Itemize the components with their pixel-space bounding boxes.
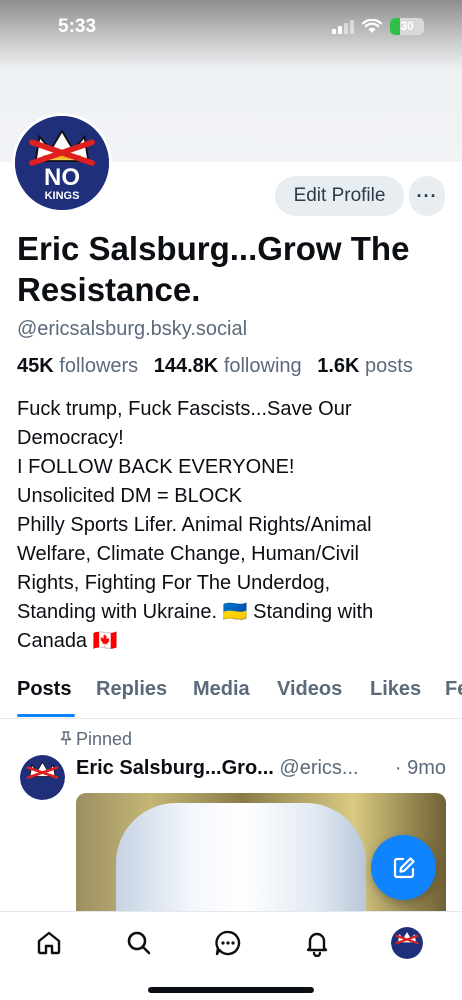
posts-count: 1.6K xyxy=(317,355,360,377)
pinned-label: Pinned xyxy=(76,729,133,749)
bottom-nav xyxy=(0,911,462,1000)
status-icons: 30 xyxy=(332,18,424,35)
post-time: · 9mo xyxy=(394,757,446,779)
posts-label: posts xyxy=(365,355,413,377)
following-label: following xyxy=(223,355,302,377)
home-icon xyxy=(37,931,61,955)
following-stat[interactable]: 144.8K following xyxy=(154,355,302,377)
nav-notifications[interactable] xyxy=(300,926,334,960)
tab-media[interactable]: Media xyxy=(193,678,250,701)
tab-replies[interactable]: Replies xyxy=(96,678,167,701)
bio-line: Standing with Ukraine. 🇺🇦 Standing with xyxy=(17,601,374,623)
logo-subtext: KINGS xyxy=(44,190,80,202)
bio-line: Unsolicited DM = BLOCK xyxy=(17,485,243,507)
wifi-icon xyxy=(362,19,382,33)
compose-icon xyxy=(393,856,415,878)
profile-tabs: Posts Replies Media Videos Likes Fe xyxy=(0,672,462,719)
search-icon xyxy=(127,931,151,955)
tab-videos[interactable]: Videos xyxy=(277,678,342,701)
profile-bio: Fuck trump, Fuck Fascists...Save Our Dem… xyxy=(17,395,447,656)
battery-icon: 30 xyxy=(390,18,424,35)
nav-home[interactable] xyxy=(32,926,66,960)
no-kings-logo: NO KINGS xyxy=(15,116,109,210)
bio-line: Philly Sports Lifer. Animal Rights/Anima… xyxy=(17,514,372,536)
logo-text: NO xyxy=(44,164,80,191)
bio-line: Democracy! xyxy=(17,427,124,449)
post-author[interactable]: Eric Salsburg...Gro... xyxy=(76,757,274,779)
post-handle: @erics... xyxy=(279,757,359,779)
profile-stats: 45K followers 144.8K following 1.6K post… xyxy=(17,355,413,378)
following-count: 144.8K xyxy=(153,355,219,377)
posts-stat: 1.6K posts xyxy=(317,355,413,377)
home-indicator xyxy=(148,987,314,993)
profile-avatar[interactable]: NO KINGS xyxy=(12,113,112,213)
pinned-indicator: Pinned xyxy=(60,729,132,750)
compose-button[interactable] xyxy=(371,835,436,900)
nav-search[interactable] xyxy=(122,926,156,960)
followers-stat[interactable]: 45K followers xyxy=(17,355,138,377)
post-header[interactable]: Eric Salsburg...Gro... @erics... xyxy=(76,757,446,780)
bio-line: Rights, Fighting For The Underdog, xyxy=(17,572,331,594)
more-options-button[interactable]: ··· xyxy=(409,176,445,216)
bio-line: I FOLLOW BACK EVERYONE! xyxy=(17,456,295,478)
chat-icon xyxy=(215,930,241,956)
status-bar: 5:33 30 xyxy=(0,0,462,56)
edit-profile-button[interactable]: Edit Profile xyxy=(275,176,404,216)
bio-line: Fuck trump, Fuck Fascists...Save Our xyxy=(17,398,352,420)
signal-icon xyxy=(332,19,354,34)
followers-count: 45K xyxy=(17,355,54,377)
profile-handle: @ericsalsburg.bsky.social xyxy=(17,318,248,340)
post-author-avatar[interactable] xyxy=(20,755,65,800)
status-time: 5:33 xyxy=(58,16,97,37)
bell-icon xyxy=(306,932,328,957)
battery-level: 30 xyxy=(400,19,414,33)
bio-line: Welfare, Climate Change, Human/Civil xyxy=(17,543,359,565)
nav-chat[interactable] xyxy=(211,926,245,960)
nav-profile-avatar[interactable] xyxy=(391,927,423,959)
followers-label: followers xyxy=(59,355,139,377)
tab-posts[interactable]: Posts xyxy=(17,678,71,701)
display-name: Eric Salsburg...Grow The Resistance. xyxy=(17,230,410,308)
bio-line: Canada 🇨🇦 xyxy=(17,630,118,652)
pin-icon xyxy=(60,731,72,748)
active-tab-indicator xyxy=(17,714,75,717)
tab-feeds[interactable]: Fe xyxy=(445,678,462,701)
tab-likes[interactable]: Likes xyxy=(370,678,421,701)
